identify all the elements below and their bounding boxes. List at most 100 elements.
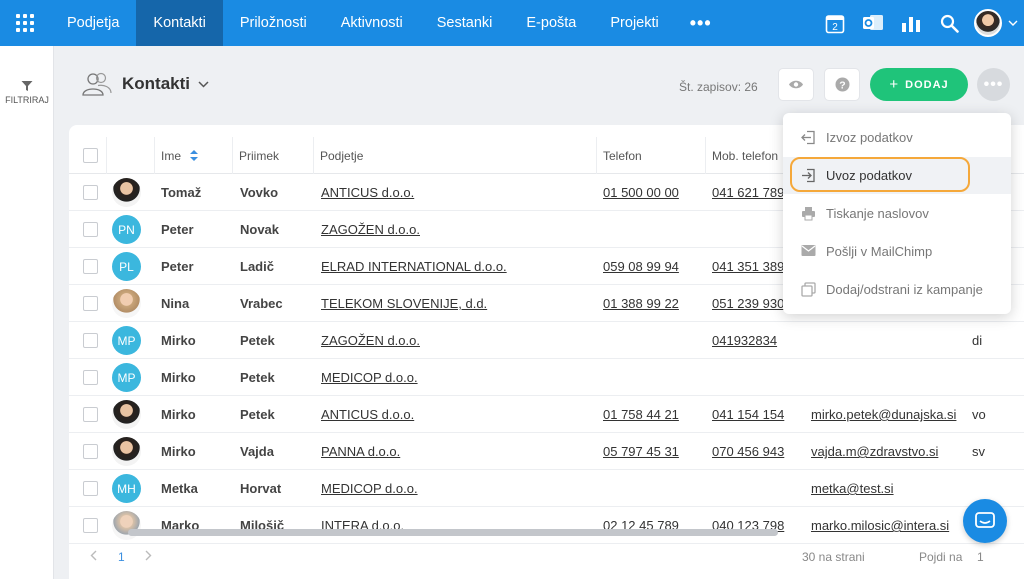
row-checkbox[interactable] <box>83 333 98 348</box>
cell-company[interactable]: ANTICUS d.o.o. <box>321 174 591 211</box>
row-checkbox[interactable] <box>83 481 98 496</box>
outlook-button[interactable] <box>854 0 892 46</box>
row-checkbox[interactable] <box>83 444 98 459</box>
user-menu[interactable] <box>968 0 1024 46</box>
cell-last-name: Horvat <box>240 481 282 496</box>
row-select-cell <box>83 507 98 544</box>
prev-page-button[interactable] <box>90 550 97 564</box>
avatar-cell: PN <box>112 211 141 248</box>
cell-phone[interactable]: 01 500 00 00 <box>603 174 703 211</box>
search-icon <box>940 14 959 33</box>
column-header-priimek[interactable]: Priimek <box>232 137 313 174</box>
menu-item-label: Pošlji v MailChimp <box>826 244 933 259</box>
cell-company[interactable]: MEDICOP d.o.o. <box>321 470 591 507</box>
add-button-label: DODAJ <box>905 78 949 91</box>
row-checkbox[interactable] <box>83 222 98 237</box>
cell-phone[interactable]: 05 797 45 31 <box>603 433 703 470</box>
row-checkbox[interactable] <box>83 407 98 422</box>
table-row[interactable]: Marko Milošič INTERA d.o.o. 02 12 45 789 040… <box>69 507 1024 544</box>
chat-button[interactable] <box>963 499 1007 543</box>
cell-company[interactable]: ELRAD INTERNATIONAL d.o.o. <box>321 248 591 285</box>
cell-company[interactable]: PANNA d.o.o. <box>321 433 591 470</box>
cell-company[interactable]: TELEKOM SLOVENIJE, d.d. <box>321 285 591 322</box>
app-grid-button[interactable] <box>0 0 50 46</box>
more-options-button[interactable]: ••• <box>977 68 1010 101</box>
cell-phone[interactable]: 01 388 99 22 <box>603 285 703 322</box>
cell-email[interactable]: marko.milosic@intera.si <box>811 507 971 544</box>
nav-more-button[interactable]: ••• <box>676 13 726 34</box>
cell-phone[interactable]: 01 758 44 21 <box>603 396 703 433</box>
cell-extra: sv <box>972 444 985 459</box>
select-all-checkbox[interactable] <box>83 148 98 163</box>
horizontal-scrollbar[interactable] <box>128 529 778 536</box>
cell-email[interactable]: vajda.m@zdravstvo.si <box>811 433 971 470</box>
nav-item-projekti[interactable]: Projekti <box>593 0 675 46</box>
add-button[interactable]: + DODAJ <box>870 68 968 101</box>
menu-item-print[interactable]: Tiskanje naslovov <box>783 195 1011 232</box>
avatar: MP <box>112 363 141 392</box>
page-number[interactable]: 1 <box>118 550 125 564</box>
calendar-button[interactable]: 2 <box>816 0 854 46</box>
menu-item-campaign[interactable]: Dodaj/odstrani iz kampanje <box>783 271 1011 308</box>
page-title[interactable]: Kontakti <box>122 74 190 94</box>
cell-company[interactable]: MEDICOP d.o.o. <box>321 359 591 396</box>
row-checkbox[interactable] <box>83 259 98 274</box>
avatar <box>112 400 141 429</box>
cell-mobile[interactable]: 041932834 <box>712 322 807 359</box>
cell-company[interactable]: ZAGOŽEN d.o.o. <box>321 211 591 248</box>
cell-company[interactable]: ZAGOŽEN d.o.o. <box>321 322 591 359</box>
table-row[interactable]: MP Mirko Petek ZAGOŽEN d.o.o. 041932834 di <box>69 322 1024 359</box>
reports-button[interactable] <box>892 0 930 46</box>
chevron-left-icon <box>90 550 97 561</box>
cell-first-name: Marko <box>161 518 200 533</box>
nav-item-eposta[interactable]: E-pošta <box>509 0 593 46</box>
help-button[interactable]: ? <box>824 68 860 101</box>
calendar-day: 2 <box>832 22 838 33</box>
nav-item-kontakti[interactable]: Kontakti <box>136 0 223 46</box>
goto-page-input[interactable]: 1 <box>977 550 984 564</box>
cell-company[interactable]: INTERA d.o.o. <box>321 507 591 544</box>
cell-mobile[interactable]: 070 456 943 <box>712 433 807 470</box>
table-row[interactable]: Mirko Petek ANTICUS d.o.o. 01 758 44 21 041 … <box>69 396 1024 433</box>
cell-company[interactable]: ANTICUS d.o.o. <box>321 396 591 433</box>
row-select-cell <box>83 470 98 507</box>
nav-item-priloznosti[interactable]: Priložnosti <box>223 0 324 46</box>
column-header-ime[interactable]: Ime <box>154 137 232 174</box>
svg-text:?: ? <box>839 79 845 91</box>
menu-item-mailchimp[interactable]: Pošlji v MailChimp <box>783 233 1011 270</box>
next-page-button[interactable] <box>145 550 152 564</box>
column-header-podjetje[interactable]: Podjetje <box>313 137 596 174</box>
menu-item-label: Tiskanje naslovov <box>826 206 929 221</box>
avatar <box>112 289 141 318</box>
nav-item-aktivnosti[interactable]: Aktivnosti <box>324 0 420 46</box>
row-checkbox[interactable] <box>83 370 98 385</box>
table-row[interactable]: Mirko Vajda PANNA d.o.o. 05 797 45 31 070 45… <box>69 433 1024 470</box>
nav-item-podjetja[interactable]: Podjetja <box>50 0 136 46</box>
cell-phone[interactable]: 059 08 99 94 <box>603 248 703 285</box>
more-options-menu: Izvoz podatkov Uvoz podatkov Tiskanje na… <box>783 113 1011 314</box>
row-checkbox[interactable] <box>83 518 98 533</box>
cell-email[interactable]: mirko.petek@dunajska.si <box>811 396 971 433</box>
cell-email[interactable]: metka@test.si <box>811 470 971 507</box>
table-row[interactable]: MP Mirko Petek MEDICOP d.o.o. <box>69 359 1024 396</box>
cell-mobile[interactable]: 040 123 798 <box>712 507 807 544</box>
nav-item-sestanki[interactable]: Sestanki <box>420 0 510 46</box>
filter-label: FILTRIRAJ <box>5 95 49 105</box>
filter-button[interactable]: FILTRIRAJ <box>0 80 54 105</box>
row-checkbox[interactable] <box>83 185 98 200</box>
cell-phone[interactable]: 02 12 45 789 <box>603 507 703 544</box>
row-select-cell <box>83 248 98 285</box>
cell-last-name: Milošič <box>240 518 285 533</box>
cell-last-name: Petek <box>240 407 275 422</box>
search-button[interactable] <box>930 0 968 46</box>
table-row[interactable]: MH Metka Horvat MEDICOP d.o.o. metka@test.si <box>69 470 1024 507</box>
column-header-telefon[interactable]: Telefon <box>596 137 705 174</box>
cell-mobile[interactable]: 041 154 154 <box>712 396 807 433</box>
cell-first-name: Mirko <box>161 333 196 348</box>
view-button[interactable] <box>778 68 814 101</box>
avatar <box>112 437 141 466</box>
row-checkbox[interactable] <box>83 296 98 311</box>
menu-item-export[interactable]: Izvoz podatkov <box>783 119 1011 156</box>
select-all-cell <box>69 137 106 174</box>
per-page-select[interactable]: 30 na strani <box>802 550 865 564</box>
